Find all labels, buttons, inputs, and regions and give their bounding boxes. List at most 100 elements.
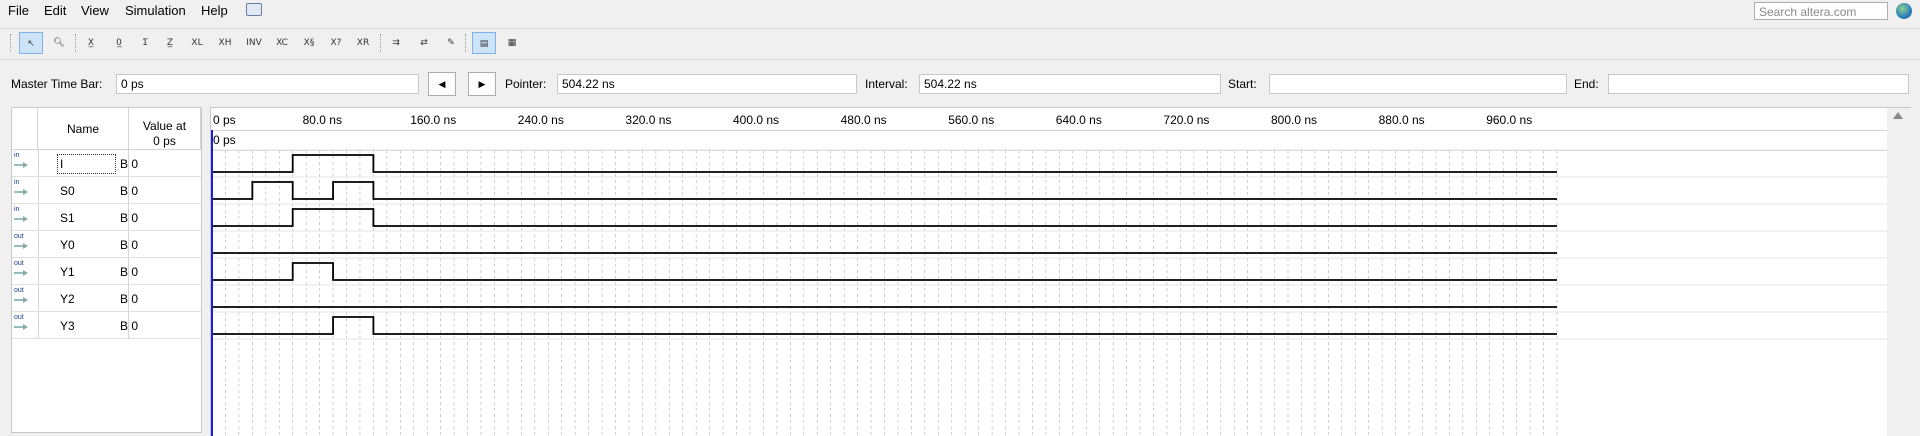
ruler-tick-label: 400.0 ns xyxy=(733,113,780,127)
time-ruler: 0 ps 80.0 ns 160.0 ns 240.0 ns 320.0 ns 400.0… xyxy=(211,108,1887,131)
signal-name[interactable]: Y3 xyxy=(60,319,75,333)
vertical-scrollbar[interactable] xyxy=(1887,108,1911,436)
output-pin-icon: out xyxy=(14,314,34,336)
zoom-icon[interactable]: 🔍︎ xyxy=(47,32,71,54)
next-transition-button[interactable]: ▶ xyxy=(468,72,496,96)
scroll-up-arrow[interactable] xyxy=(1893,112,1903,119)
signal-name[interactable]: Y1 xyxy=(60,265,75,279)
pin-arrow-icon xyxy=(14,324,28,330)
signal-name[interactable]: S0 xyxy=(60,184,75,198)
signal-name[interactable]: Y2 xyxy=(60,292,75,306)
menu-simulation[interactable]: Simulation xyxy=(125,3,186,18)
name-column-header[interactable]: Name xyxy=(38,108,129,150)
toolbar-separator xyxy=(465,34,467,52)
signal-row-s0[interactable]: in S0 B 0 xyxy=(12,177,201,204)
signal-list-panel: Name Value at 0 ps in I B 0 in S0 B 0 in S1 B 0o… xyxy=(11,107,202,433)
pointer-label: Pointer: xyxy=(505,77,547,91)
forcing-low-icon[interactable]: 0̲ xyxy=(107,32,131,54)
ruler-tick-label: 320.0 ns xyxy=(625,113,672,127)
ruler-tick-label: 0 ps xyxy=(213,113,236,127)
snap-icon[interactable]: XR xyxy=(351,32,375,54)
signal-value: B 0 xyxy=(120,211,139,225)
master-time-bar-field[interactable]: 0 ps xyxy=(116,74,419,94)
end-label: End: xyxy=(1574,77,1599,91)
input-pin-icon: in xyxy=(14,152,34,174)
pin-direction-label: in xyxy=(14,152,20,159)
start-field[interactable] xyxy=(1269,74,1567,94)
master-time-bar-label: Master Time Bar: xyxy=(11,77,103,91)
signal-value: B 0 xyxy=(120,292,139,306)
pointer-field[interactable]: 504.22 ns xyxy=(557,74,857,94)
value-header-line2: 0 ps xyxy=(153,134,176,148)
waveform-s0[interactable] xyxy=(212,181,1557,200)
globe-icon[interactable] xyxy=(1896,3,1912,19)
signal-value: B 0 xyxy=(120,184,139,198)
signal-name[interactable]: Y0 xyxy=(60,238,75,252)
previous-transition-button[interactable]: ◀ xyxy=(428,72,456,96)
menu-bar: File Edit View Simulation Help Search al… xyxy=(0,0,1920,22)
signal-name[interactable]: S1 xyxy=(60,211,75,225)
signal-value: B 0 xyxy=(120,238,139,252)
forcing-high-icon[interactable]: 1̅ xyxy=(133,32,157,54)
select-arrow-icon[interactable]: ↖ xyxy=(19,32,43,54)
signal-row-y2[interactable]: out Y2 B 0 xyxy=(12,285,201,312)
signal-name[interactable]: I xyxy=(56,154,117,174)
ruler-tick-label: 960.0 ns xyxy=(1486,113,1533,127)
signal-value: B 0 xyxy=(120,319,139,333)
search-input[interactable]: Search altera.com xyxy=(1754,2,1888,20)
ruler-tick-label: 480.0 ns xyxy=(840,113,887,127)
end-field[interactable] xyxy=(1608,74,1909,94)
pin-arrow-icon xyxy=(14,270,28,276)
toolbar-separator xyxy=(380,34,382,52)
ruler-tick-label: 240.0 ns xyxy=(517,113,564,127)
output-pin-icon: out xyxy=(14,287,34,309)
menu-file[interactable]: File xyxy=(8,3,29,18)
signal-row-i[interactable]: in I B 0 xyxy=(12,150,201,177)
ruler-tick-label: 560.0 ns xyxy=(948,113,995,127)
signal-row-y0[interactable]: out Y0 B 0 xyxy=(12,231,201,258)
invert-icon[interactable]: INV xyxy=(242,32,266,54)
insert-node-icon[interactable]: ⇉ xyxy=(384,32,408,54)
pin-direction-label: out xyxy=(14,233,24,240)
node-finder-icon[interactable]: ▦ xyxy=(500,32,524,54)
weak-high-icon[interactable]: XH xyxy=(213,32,237,54)
value-column-header[interactable]: Value at 0 ps xyxy=(129,108,201,150)
pin-arrow-icon xyxy=(14,162,28,168)
input-pin-icon: in xyxy=(14,179,34,201)
menu-help[interactable]: Help xyxy=(201,3,228,18)
waveform-canvas[interactable] xyxy=(211,130,1887,436)
count-value-icon[interactable]: XC xyxy=(270,32,294,54)
toolbar: ↖ 🔍︎ X̲ 0̲ 1̅ Z̲ XL XH INV XC X§ X? XR ⇉… xyxy=(0,28,1920,60)
input-pin-icon: in xyxy=(14,206,34,228)
interval-field[interactable]: 504.22 ns xyxy=(919,74,1221,94)
start-label: Start: xyxy=(1228,77,1257,91)
pin-direction-label: in xyxy=(14,179,20,186)
signal-row-y3[interactable]: out Y3 B 0 xyxy=(12,312,201,339)
interval-label: Interval: xyxy=(865,77,908,91)
signal-value: B 0 xyxy=(120,265,139,279)
time-bar: Master Time Bar: 0 ps ◀ ▶ Pointer: 504.2… xyxy=(0,70,1920,98)
signal-row-s1[interactable]: in S1 B 0 xyxy=(12,204,201,231)
menu-view[interactable]: View xyxy=(81,3,109,18)
ruler-tick-label: 800.0 ns xyxy=(1271,113,1318,127)
value-header-line1: Value at xyxy=(142,119,187,133)
toolbar-separator xyxy=(75,34,77,52)
pin-arrow-icon xyxy=(14,189,28,195)
output-pin-icon: out xyxy=(14,233,34,255)
signal-value: B 0 xyxy=(120,157,139,171)
random-value-icon[interactable]: X? xyxy=(324,32,348,54)
grid-icon[interactable]: ▤ xyxy=(472,32,496,54)
pin-arrow-icon xyxy=(14,243,28,249)
pencil-icon[interactable]: ✎ xyxy=(439,32,463,54)
menu-edit[interactable]: Edit xyxy=(44,3,66,18)
weak-low-icon[interactable]: XL xyxy=(185,32,209,54)
pin-arrow-icon xyxy=(14,297,28,303)
edit-icon[interactable]: ⇄ xyxy=(412,32,436,54)
pin-arrow-icon xyxy=(14,216,28,222)
forcing-value-icon[interactable]: X§ xyxy=(297,32,321,54)
x-value-icon[interactable]: X̲ xyxy=(79,32,103,54)
ruler-tick-label: 640.0 ns xyxy=(1055,113,1102,127)
chat-bubble-icon[interactable] xyxy=(246,3,262,16)
signal-row-y1[interactable]: out Y1 B 0 xyxy=(12,258,201,285)
high-impedance-icon[interactable]: Z̲ xyxy=(158,32,182,54)
